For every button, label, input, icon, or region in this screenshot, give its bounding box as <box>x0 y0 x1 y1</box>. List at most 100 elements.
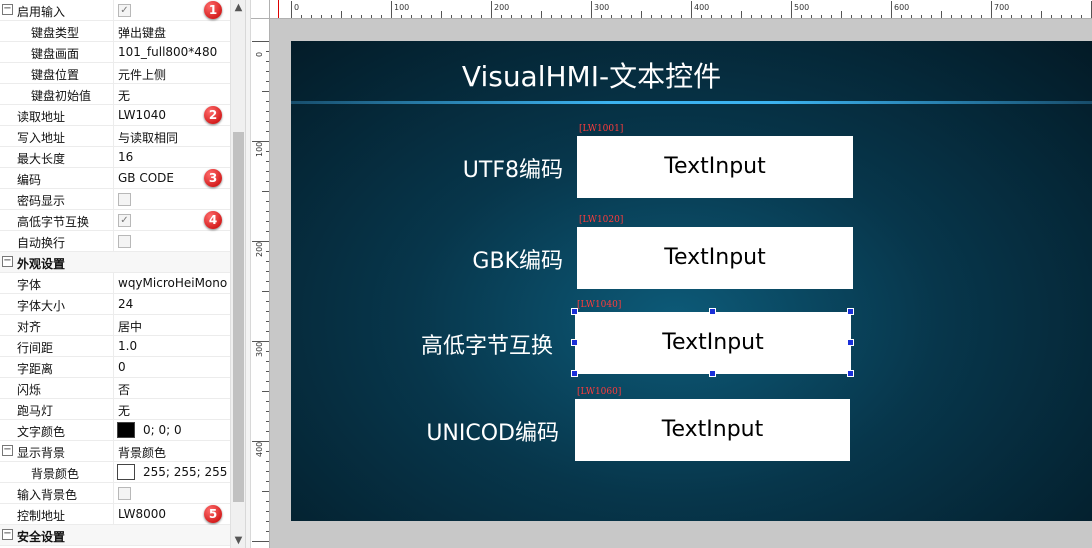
property-value[interactable]: 1.0 <box>118 339 137 353</box>
property-label: 背景颜色 <box>31 467 80 481</box>
property-label: 键盘画面 <box>31 47 80 61</box>
property-value[interactable]: 101_full800*480 <box>118 45 217 59</box>
property-value[interactable]: 无 <box>118 87 130 104</box>
ruler-tick <box>266 261 269 262</box>
property-row[interactable]: − 外观设置 <box>0 252 230 273</box>
text-input-widget[interactable]: TextInput <box>575 399 850 461</box>
collapse-toggle-icon[interactable]: − <box>2 529 13 540</box>
color-swatch[interactable] <box>117 422 135 438</box>
property-value[interactable]: LW1040 <box>118 108 166 122</box>
property-value[interactable]: 无 <box>118 402 130 419</box>
text-input-widget[interactable]: TextInput <box>577 227 853 289</box>
property-row[interactable]: 自动换行 ✓ <box>0 231 230 252</box>
resize-handle[interactable] <box>571 370 578 377</box>
ruler-tick <box>561 15 562 18</box>
property-row[interactable]: 键盘初始值 无 <box>0 84 230 105</box>
vertical-ruler: 0 100 200 300 400 <box>251 19 270 548</box>
scroll-up-arrow-icon[interactable]: ▲ <box>231 0 246 15</box>
property-value[interactable]: 0 <box>118 360 126 374</box>
property-value[interactable]: LW8000 <box>118 507 166 521</box>
property-row[interactable]: 密码显示 ✓ <box>0 189 230 210</box>
resize-handle[interactable] <box>571 308 578 315</box>
checked-checkbox[interactable]: ✓ <box>118 214 131 227</box>
property-value[interactable]: 居中 <box>118 318 142 335</box>
property-row[interactable]: 控制地址 LW8000 5 <box>0 504 230 525</box>
property-row[interactable]: 行间距 1.0 <box>0 336 230 357</box>
ruler-tick <box>266 431 269 432</box>
ruler-tick <box>451 15 452 18</box>
property-row[interactable]: 键盘画面 101_full800*480 <box>0 42 230 63</box>
ruler-tick <box>266 501 269 502</box>
ruler-tick <box>831 15 832 18</box>
property-row[interactable]: 字距离 0 <box>0 357 230 378</box>
property-row[interactable]: 写入地址 与读取相同 <box>0 126 230 147</box>
scrollbar-thumb[interactable] <box>233 132 244 502</box>
ruler-tick <box>461 15 462 18</box>
color-swatch[interactable] <box>117 464 135 480</box>
row-label-text: UTF8编码 <box>462 158 563 183</box>
ruler-tick <box>551 15 552 18</box>
property-value[interactable]: 弹出键盘 <box>118 24 166 41</box>
property-row[interactable]: 最大长度 16 <box>0 147 230 168</box>
design-canvas[interactable]: 0 100 200 300 400 500 600 700 0 100 200 300 400 Vis… <box>251 0 1092 548</box>
resize-handle[interactable] <box>709 308 716 315</box>
property-row[interactable]: 高低字节互换 ✓ 4 <box>0 210 230 231</box>
property-row[interactable]: 键盘位置 元件上侧 <box>0 63 230 84</box>
ruler-tick <box>901 15 902 18</box>
property-row[interactable]: 键盘类型 弹出键盘 <box>0 21 230 42</box>
unchecked-checkbox[interactable]: ✓ <box>118 235 131 248</box>
property-value[interactable]: GB CODE <box>118 171 174 185</box>
collapse-toggle-icon[interactable]: − <box>2 256 13 267</box>
resize-handle[interactable] <box>847 370 854 377</box>
property-row[interactable]: − 启用输入 ✓ 1 <box>0 0 230 21</box>
unchecked-checkbox[interactable]: ✓ <box>118 487 131 500</box>
ruler-tick <box>266 311 269 312</box>
property-row[interactable]: 闪烁 否 <box>0 378 230 399</box>
ruler-tick <box>611 15 612 18</box>
hmi-screen[interactable]: VisualHMI-文本控件 UTF8编码 [LW1001] TextInput GB… <box>291 41 1092 521</box>
property-value[interactable]: 16 <box>118 150 133 164</box>
property-row[interactable]: 输入背景色 ✓ <box>0 483 230 504</box>
color-value[interactable]: 255; 255; 255 <box>143 465 227 479</box>
property-value[interactable]: 与读取相同 <box>118 129 178 146</box>
property-value[interactable]: 背景颜色 <box>118 444 166 461</box>
ruler-tick <box>651 15 652 18</box>
collapse-toggle-icon[interactable]: − <box>2 445 13 456</box>
scroll-down-arrow-icon[interactable]: ▼ <box>231 533 246 548</box>
property-label: 跑马灯 <box>17 404 54 418</box>
ruler-tick <box>266 161 269 162</box>
resize-handle[interactable] <box>847 339 854 346</box>
property-row[interactable]: 文字颜色 0; 0; 0 <box>0 420 230 441</box>
property-value[interactable]: 元件上侧 <box>118 66 166 83</box>
property-row[interactable]: 读取地址 LW1040 2 <box>0 105 230 126</box>
property-row[interactable]: 跑马灯 无 <box>0 399 230 420</box>
collapse-toggle-icon[interactable]: − <box>2 4 13 15</box>
property-row[interactable]: 编码 GB CODE 3 <box>0 168 230 189</box>
property-label: 控制地址 <box>17 509 66 523</box>
text-input-widget[interactable]: TextInput <box>577 136 853 198</box>
property-row[interactable]: − 安全设置 <box>0 525 230 546</box>
resize-handle[interactable] <box>709 370 716 377</box>
ruler-tick <box>751 15 752 18</box>
row-label-text: GBK编码 <box>472 249 563 274</box>
property-row[interactable]: 背景颜色 255; 255; 255 <box>0 462 230 483</box>
ruler-tick <box>681 15 682 18</box>
ruler-tick <box>931 15 932 18</box>
property-value[interactable]: wqyMicroHeiMono <box>118 276 227 290</box>
column-divider <box>113 21 114 42</box>
checked-checkbox[interactable]: ✓ <box>118 4 131 17</box>
property-value[interactable]: 否 <box>118 381 130 398</box>
resize-handle[interactable] <box>847 308 854 315</box>
property-value[interactable]: 24 <box>118 297 133 311</box>
property-row[interactable]: 字体大小 24 <box>0 294 230 315</box>
ruler-tick <box>991 1 992 18</box>
ruler-tick <box>262 91 269 92</box>
ruler-tick <box>791 1 792 18</box>
property-row[interactable]: − 显示背景 背景颜色 <box>0 441 230 462</box>
unchecked-checkbox[interactable]: ✓ <box>118 193 131 206</box>
resize-handle[interactable] <box>571 339 578 346</box>
color-value[interactable]: 0; 0; 0 <box>143 423 182 437</box>
property-row[interactable]: 字体 wqyMicroHeiMono <box>0 273 230 294</box>
property-row[interactable]: 对齐 居中 <box>0 315 230 336</box>
property-grid-scrollbar[interactable]: ▲ ▼ <box>230 0 245 548</box>
